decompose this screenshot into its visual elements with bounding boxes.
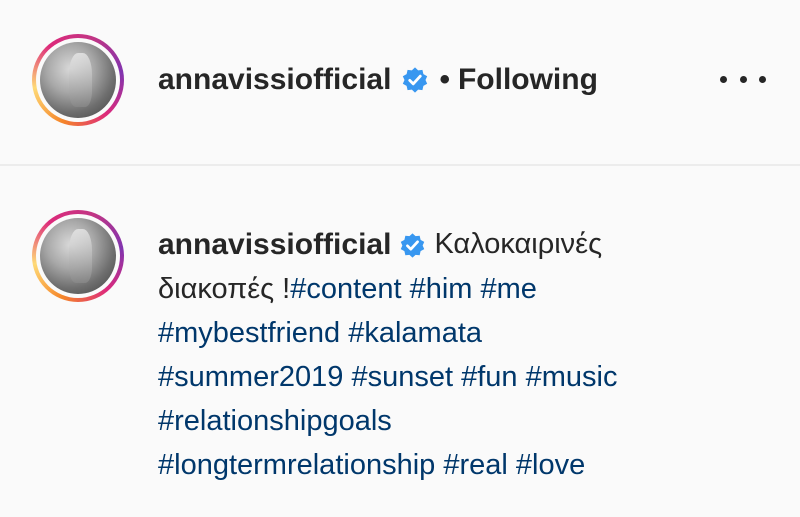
hashtag-link[interactable]: #sunset	[351, 361, 453, 393]
hashtag-link[interactable]: #longtermrelationship	[158, 449, 435, 481]
hashtag-link[interactable]: #love	[516, 449, 585, 481]
profile-avatar[interactable]	[32, 34, 124, 126]
header-username-link[interactable]: annavissiofficial	[158, 63, 391, 97]
caption-line-3: #mybestfriend #kalamata	[158, 311, 778, 355]
caption-text: annavissiofficial Καλοκαιρινές διακοπές …	[158, 222, 778, 487]
caption-text-part: Καλοκαιρινές	[434, 228, 603, 260]
caption-line-6: #longtermrelationship #real #love	[158, 443, 778, 487]
hashtag-link[interactable]: #music	[526, 361, 618, 393]
comment-avatar[interactable]	[32, 210, 124, 302]
avatar-photo	[40, 42, 116, 118]
more-options-icon[interactable]	[720, 64, 766, 94]
avatar-photo	[40, 218, 116, 294]
more-dot	[720, 75, 727, 83]
verified-badge-icon	[403, 67, 428, 93]
caption-line-2: διακοπές !#content #him #me	[158, 267, 778, 311]
hashtag-link[interactable]: #mybestfriend	[158, 317, 340, 349]
more-dot	[759, 75, 766, 83]
caption-text-part: διακοπές !	[158, 273, 291, 306]
caption-line-4: #summer2019 #sunset #fun #music	[158, 355, 778, 399]
post-header: annavissiofficial • Following	[0, 0, 800, 166]
following-button[interactable]: Following	[458, 63, 598, 97]
separator-dot: •	[439, 63, 450, 96]
caption-comment: annavissiofficial Καλοκαιρινές διακοπές …	[0, 166, 800, 517]
caption-line-5: #relationshipgoals	[158, 399, 778, 443]
header-user-line: annavissiofficial • Following	[158, 60, 598, 100]
hashtag-link[interactable]: #fun	[461, 361, 517, 393]
hashtag-link[interactable]: #relationshipgoals	[158, 405, 392, 437]
more-dot	[739, 75, 747, 83]
hashtag-link[interactable]: #real	[443, 449, 508, 481]
hashtag-link[interactable]: #me	[481, 273, 537, 305]
caption-line-1: annavissiofficial Καλοκαιρινές	[158, 222, 778, 267]
hashtag-link[interactable]: #summer2019	[158, 361, 343, 393]
hashtag-link[interactable]: #him	[410, 273, 473, 305]
comment-username-link[interactable]: annavissiofficial	[158, 223, 391, 267]
hashtag-link[interactable]: #kalamata	[348, 317, 482, 349]
hashtag-link[interactable]: #content	[290, 273, 401, 305]
verified-badge-icon	[401, 233, 425, 258]
